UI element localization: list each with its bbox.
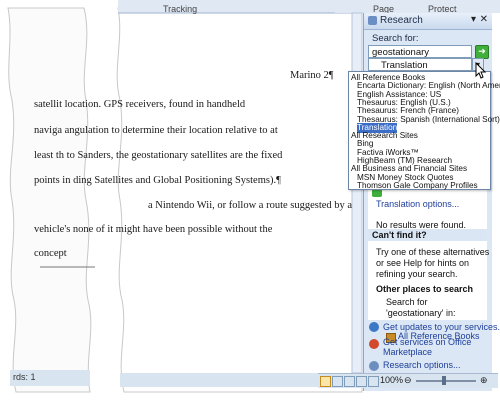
translation-options-link[interactable]: Translation options...	[376, 199, 459, 209]
options-icon	[369, 361, 379, 371]
zoom-slider-thumb[interactable]	[442, 376, 446, 385]
doc-line: points in ding Satellites and Global Pos…	[34, 175, 281, 186]
doc-line: vehicle's none of it might have been pos…	[34, 224, 273, 235]
zoom-slider[interactable]	[416, 380, 476, 382]
research-icon	[368, 16, 377, 25]
search-for-label: Search for:	[372, 33, 419, 44]
get-updates-link[interactable]: Get updates to your services...	[383, 322, 500, 332]
alt-line: or see Help for hints on	[376, 258, 470, 268]
zoom-out-icon[interactable]: ⊖	[404, 375, 412, 386]
cant-find-header[interactable]: Can't find it?	[368, 229, 487, 241]
start-search-button[interactable]: ➜	[475, 45, 489, 59]
mouse-pointer-icon	[475, 62, 487, 79]
doc-line: satellit location. GPS receivers, found …	[34, 99, 246, 110]
source-select[interactable]: Translation	[368, 58, 472, 71]
status-bar: 100% ⊖ ⊕	[318, 373, 498, 388]
doc-line: least th to Sanders, the geostationary s…	[34, 150, 283, 161]
close-icon[interactable]: ✕	[480, 14, 488, 25]
zoom-in-icon[interactable]: ⊕	[480, 375, 488, 386]
search-for-line: 'geostationary' in:	[386, 308, 456, 318]
alt-line: Try one of these alternatives	[376, 247, 490, 257]
office-icon	[369, 339, 379, 349]
cant-find-text: Can't find it?	[372, 230, 427, 240]
doc-line: concept	[34, 248, 67, 259]
source-dropdown-list[interactable]: All Reference Books Encarta Dictionary: E…	[348, 71, 500, 191]
doc-line: naviga angulation to determine their loc…	[34, 125, 278, 136]
globe-icon	[369, 322, 379, 332]
search-input[interactable]: geostationary	[368, 45, 472, 58]
other-places-heading: Other places to search	[376, 284, 474, 294]
page-header: Marino 2¶	[290, 70, 334, 81]
get-services-link-line2[interactable]: Marketplace	[383, 347, 432, 357]
draft-view-icon[interactable]	[368, 376, 379, 387]
research-results: Translation options... No results were f…	[368, 185, 490, 320]
web-layout-view-icon[interactable]	[344, 376, 355, 387]
outline-view-icon[interactable]	[356, 376, 367, 387]
word-count: rds: 1	[13, 372, 36, 382]
chevron-down-icon[interactable]: ▾	[471, 14, 476, 25]
search-for-line: Search for	[386, 297, 428, 307]
dropdown-option[interactable]: Thomson Gale Company Profiles	[357, 181, 478, 191]
doc-line: a Nintendo Wii, or follow a route sugges…	[148, 200, 353, 211]
full-screen-view-icon[interactable]	[332, 376, 343, 387]
get-services-link-line1[interactable]: Get services on Office	[383, 337, 471, 347]
print-layout-view-icon[interactable]	[320, 376, 331, 387]
research-options-link[interactable]: Research options...	[383, 360, 461, 370]
research-pane-titlebar: Research ▾ ✕	[364, 13, 492, 30]
zoom-level: 100%	[380, 375, 404, 385]
research-title: Research	[380, 15, 423, 26]
alt-line: refining your search.	[376, 269, 458, 279]
